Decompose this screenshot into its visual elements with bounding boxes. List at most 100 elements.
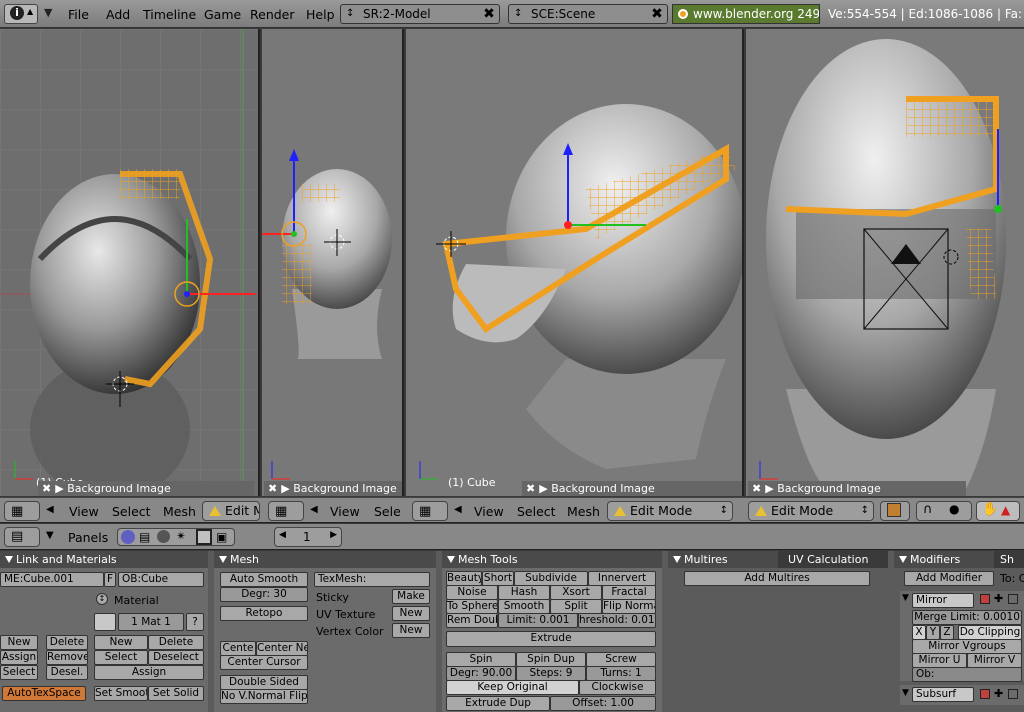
logic-icon[interactable]	[121, 530, 135, 544]
spin-degree-field[interactable]: Degr: 90.00	[446, 666, 516, 681]
vgroup-new-button[interactable]: New	[0, 635, 38, 650]
screw-button[interactable]: Screw	[586, 652, 656, 667]
keep-original-toggle[interactable]: Keep Original	[446, 680, 579, 695]
menu-help[interactable]: Help	[306, 7, 335, 22]
scene-selector[interactable]: ↕ SCE:Scene ✖	[508, 4, 668, 24]
collapse-icon[interactable]: ▼	[902, 593, 909, 603]
cross-icon[interactable]: ✚	[994, 592, 1003, 605]
info-window-type-button[interactable]: i ▲	[4, 4, 38, 24]
add-modifier-menu[interactable]: Add Modifier	[904, 571, 994, 586]
close-icon[interactable]: ✖	[481, 6, 497, 22]
tab-shapes[interactable]: Sh	[994, 551, 1024, 568]
material-updown-icon[interactable]: ↕	[96, 593, 108, 605]
pivot-button[interactable]: ∩ ●	[916, 501, 972, 521]
close-icon[interactable]: ✖	[526, 482, 535, 495]
background-image-bar[interactable]: ✖ ▶ Background Image	[748, 481, 966, 496]
noise-button[interactable]: Noise	[446, 585, 498, 600]
collapse-menu-icon[interactable]: ▼	[44, 6, 52, 19]
panel-header[interactable]: Mesh Tools	[442, 551, 662, 568]
vgroup-delete-button[interactable]: Delete	[46, 635, 88, 650]
add-multires-button[interactable]: Add Multires	[684, 571, 870, 586]
cross-icon[interactable]: ✚	[994, 687, 1003, 700]
innervert-menu[interactable]: Innervert	[588, 571, 656, 586]
menu-file[interactable]: File	[68, 7, 89, 22]
short-toggle[interactable]: Short	[482, 571, 514, 586]
material-select-button[interactable]: Select	[94, 650, 148, 665]
menu-render[interactable]: Render	[250, 7, 295, 22]
to-sphere-button[interactable]: To Sphere	[446, 599, 498, 614]
script-icon[interactable]: ▤	[139, 530, 150, 544]
material-new-button[interactable]: New	[94, 635, 148, 650]
menu-view[interactable]: View	[474, 504, 504, 519]
center-new-button[interactable]: Center Ne	[256, 641, 308, 656]
tab-modifiers[interactable]: Modifiers	[894, 551, 994, 568]
collapse-menu-icon[interactable]: ◀	[46, 504, 54, 515]
window-type-button[interactable]: ▦	[412, 501, 448, 521]
viewport-camera[interactable]: ✖ ▶ Background Image	[746, 29, 1024, 496]
mesh-name-field[interactable]: ME:Cube.001	[0, 572, 104, 587]
menu-select[interactable]: Select	[517, 504, 556, 519]
scene-icon[interactable]: ▣	[216, 530, 227, 544]
window-type-button[interactable]: ▦	[268, 501, 304, 521]
turns-field[interactable]: Turns: 1	[586, 666, 656, 681]
steps-field[interactable]: Steps: 9	[516, 666, 586, 681]
object-name-field[interactable]: OB:Cube	[118, 572, 204, 587]
mirror-v-toggle[interactable]: Mirror V	[967, 653, 1022, 668]
center-cursor-button[interactable]: Center Cursor	[220, 655, 308, 670]
mirror-object-field[interactable]: Ob:	[912, 667, 1022, 682]
menu-panels[interactable]: Panels	[68, 530, 108, 545]
mode-selector[interactable]: Edit Mode ↕	[748, 501, 874, 521]
right-arrow-icon[interactable]: ▶	[330, 530, 337, 540]
menu-timeline[interactable]: Timeline	[143, 7, 196, 22]
texmesh-field[interactable]: TexMesh:	[314, 572, 430, 587]
material-assign-button[interactable]: Assign	[94, 665, 204, 680]
double-sided-toggle[interactable]: Double Sided	[220, 675, 308, 690]
close-icon[interactable]: ✖	[649, 6, 665, 22]
draw-type-button[interactable]	[880, 501, 910, 521]
window-type-button[interactable]: ▤	[4, 527, 40, 547]
background-image-bar[interactable]: ✖ ▶ Background Image	[264, 481, 402, 496]
mirror-vgroups-toggle[interactable]: Mirror Vgroups	[912, 639, 1022, 654]
threshold-field[interactable]: hreshold: 0.010	[578, 613, 656, 628]
vgroup-select-button[interactable]: Select	[0, 665, 38, 680]
close-icon[interactable]: ✖	[752, 482, 761, 495]
menu-mesh[interactable]: Mesh	[163, 504, 196, 519]
set-smooth-button[interactable]: Set Smoot	[94, 686, 148, 701]
uv-texture-new-button[interactable]: New	[392, 606, 430, 621]
material-help-button[interactable]: ?	[186, 613, 204, 631]
spin-button[interactable]: Spin	[446, 652, 516, 667]
menu-view[interactable]: View	[330, 504, 360, 519]
panel-header[interactable]: Mesh	[214, 551, 436, 568]
smooth-button[interactable]: Smooth	[498, 599, 550, 614]
vgroup-deselect-button[interactable]: Desel.	[46, 665, 88, 680]
screen-selector[interactable]: ↕ SR:2-Model ✖	[340, 4, 500, 24]
cage-icon[interactable]	[1008, 594, 1018, 604]
render-toggle-icon[interactable]	[980, 594, 990, 604]
autotexspace-toggle[interactable]: AutoTexSpace	[2, 686, 86, 701]
subdivide-button[interactable]: Subdivide	[514, 571, 588, 586]
viewport-front[interactable]: (1) Cube ✖▶ Background Image	[0, 29, 260, 496]
material-delete-button[interactable]: Delete	[148, 635, 204, 650]
left-arrow-icon[interactable]: ◀	[279, 530, 286, 540]
material-deselect-button[interactable]: Deselect	[148, 650, 204, 665]
remove-doubles-button[interactable]: Rem Doubl	[446, 613, 498, 628]
collapse-menu-icon[interactable]: ◀	[310, 504, 318, 515]
mode-selector[interactable]: Edit Mode ↕	[607, 501, 733, 521]
axis-z-toggle[interactable]: Z	[940, 625, 954, 640]
menu-select[interactable]: Sele	[374, 504, 401, 519]
tab-uv-calculation[interactable]: UV Calculation	[778, 551, 888, 568]
menu-add[interactable]: Add	[106, 7, 130, 22]
clockwise-toggle[interactable]: Clockwise	[579, 680, 656, 695]
panel-header[interactable]: Link and Materials	[0, 551, 208, 568]
mirror-u-toggle[interactable]: Mirror U	[912, 653, 967, 668]
subsurf-name-field[interactable]: Subsurf	[912, 687, 974, 702]
menu-game[interactable]: Game	[204, 7, 241, 22]
auto-smooth-toggle[interactable]: Auto Smooth	[220, 572, 308, 587]
mirror-name-field[interactable]: Mirror	[912, 593, 974, 608]
tab-multires[interactable]: Multires	[668, 551, 778, 568]
axis-x-toggle[interactable]: X	[912, 625, 926, 640]
xsort-button[interactable]: Xsort	[550, 585, 602, 600]
manipulator-button[interactable]: ✋ ▲	[976, 501, 1020, 521]
material-index-counter[interactable]: 1 Mat 1	[118, 613, 184, 631]
shading-icon[interactable]	[157, 530, 170, 543]
